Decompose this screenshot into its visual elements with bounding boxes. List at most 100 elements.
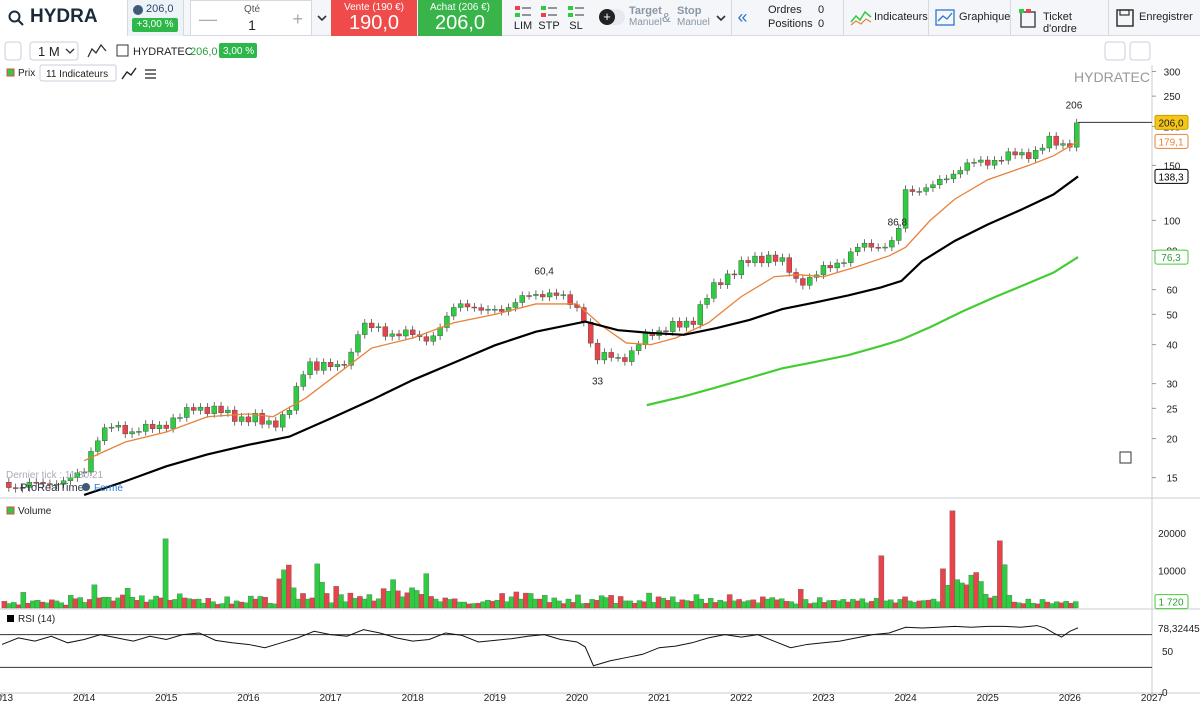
- candle-body: [115, 425, 122, 428]
- indicator-line: [646, 256, 1079, 407]
- detach-window-icon[interactable]: [1129, 41, 1151, 61]
- chevron-down-icon[interactable]: [314, 0, 330, 36]
- candle-body: [423, 336, 430, 342]
- candle-body: [1019, 152, 1025, 156]
- x-tick-label: 2016: [237, 693, 260, 704]
- sell-button[interactable]: Vente (190 €) 190,0: [331, 0, 417, 36]
- info-icon[interactable]: [1119, 451, 1132, 464]
- chart-lock-icon[interactable]: [4, 41, 22, 61]
- price-badge-label: 76,3: [1161, 253, 1181, 264]
- stop-limit-order-button[interactable]: SL: [560, 2, 592, 34]
- plus-icon[interactable]: +: [599, 9, 615, 25]
- wrench-icon[interactable]: [1104, 41, 1126, 61]
- candle-body: [519, 295, 525, 303]
- target-dropdown[interactable]: [712, 0, 730, 36]
- candle-body: [875, 247, 881, 249]
- candle-body: [471, 306, 478, 309]
- candle-body: [396, 333, 402, 337]
- search-icon[interactable]: [8, 10, 24, 26]
- volume-bar: [608, 595, 614, 609]
- volume-bar: [342, 601, 349, 609]
- volume-bar: [859, 598, 866, 609]
- candle-body: [1026, 152, 1032, 159]
- x-tick-label: 2025: [977, 693, 1000, 704]
- volume-bar: [840, 599, 847, 609]
- volume-bar: [717, 599, 723, 609]
- symbol-search[interactable]: HYDRA: [0, 0, 128, 36]
- candle-body: [101, 427, 108, 442]
- candle-body: [512, 302, 519, 308]
- indicators-button[interactable]: Indicateurs: [843, 0, 928, 36]
- price-chart[interactable]: 1520253040506080100150200250300201320142…: [0, 37, 1200, 711]
- candle-body: [868, 243, 875, 248]
- save-button[interactable]: Enregistrer: [1108, 0, 1200, 36]
- volume-bar: [907, 600, 913, 609]
- volume-bar: [959, 582, 965, 609]
- volume-bar: [651, 602, 657, 609]
- candle-body: [834, 262, 840, 269]
- chart-type-icon[interactable]: [87, 43, 107, 58]
- rsi-tick-label: 50: [1162, 647, 1174, 658]
- orders-positions-summary[interactable]: Ordres 0 Positions 0: [756, 0, 838, 36]
- qty-dropdown[interactable]: [314, 0, 330, 36]
- y-tick-label: 40: [1166, 341, 1178, 352]
- indicators-count-label: 11 Indicateurs: [46, 69, 108, 80]
- candle-body: [587, 321, 594, 344]
- instrument-name: HYDRATEC: [133, 46, 193, 58]
- rsi-line: [1, 625, 1079, 667]
- y-tick-label: 250: [1164, 92, 1181, 103]
- stop-label: Stop: [677, 5, 702, 17]
- candle-body: [882, 246, 888, 249]
- candle-body: [457, 303, 464, 308]
- candle-body: [430, 335, 436, 342]
- collapse-panel-icon[interactable]: «: [731, 0, 753, 36]
- chart-button[interactable]: Graphique: [928, 0, 1010, 36]
- volume-bar: [698, 598, 704, 609]
- drawing-tools-icon[interactable]: [121, 67, 137, 80]
- volume-bar: [148, 599, 155, 609]
- volume-bar: [565, 598, 572, 609]
- candle-body: [218, 405, 224, 413]
- target-stop-toggle[interactable]: + Target Manuel & Stop Manuel: [593, 0, 710, 36]
- order-ticket-button[interactable]: Ticket d'ordre: [1010, 0, 1108, 36]
- volume-bar: [72, 598, 79, 609]
- volume-bar: [579, 603, 586, 609]
- candle-body: [225, 409, 231, 413]
- qty-increase-button[interactable]: +: [292, 9, 303, 30]
- candle-body: [765, 254, 772, 264]
- volume-bar: [105, 597, 112, 609]
- volume-bar: [546, 602, 553, 609]
- volume-bar: [1006, 595, 1013, 609]
- candle-body: [12, 487, 19, 489]
- volume-bar: [86, 599, 93, 609]
- volume-bar: [30, 600, 36, 609]
- candle-body: [772, 254, 779, 262]
- volume-bar: [347, 592, 354, 609]
- instrument-info-icon[interactable]: [116, 44, 129, 57]
- symbol-name[interactable]: HYDRA: [30, 6, 98, 28]
- volume-bar: [783, 601, 790, 609]
- volume-bar: [281, 569, 287, 609]
- candle-body: [136, 431, 142, 433]
- list-icon[interactable]: [145, 69, 156, 79]
- y-tick-label: 25: [1166, 404, 1178, 415]
- volume-bar: [158, 597, 164, 609]
- candle-body: [129, 431, 135, 435]
- candle-body: [403, 329, 409, 337]
- volume-bar: [731, 600, 738, 609]
- volume-bar: [451, 598, 458, 609]
- candle-body: [601, 352, 608, 361]
- volume-bar: [101, 597, 107, 609]
- volume-bar: [755, 602, 761, 609]
- volume-bar: [1044, 601, 1051, 609]
- chevron-down-icon[interactable]: [712, 0, 730, 36]
- stop-limit-order-icon: [568, 6, 584, 17]
- volume-bar: [527, 593, 534, 609]
- buy-button[interactable]: Achat (206 €) 206,0: [418, 0, 502, 36]
- candle-body: [642, 332, 649, 346]
- quantity-stepper[interactable]: — Qté 1 +: [190, 0, 312, 36]
- volume-bar: [200, 602, 207, 609]
- volume-bar: [248, 595, 254, 609]
- volume-bar: [897, 599, 904, 609]
- volume-legend: Volume: [6, 506, 52, 517]
